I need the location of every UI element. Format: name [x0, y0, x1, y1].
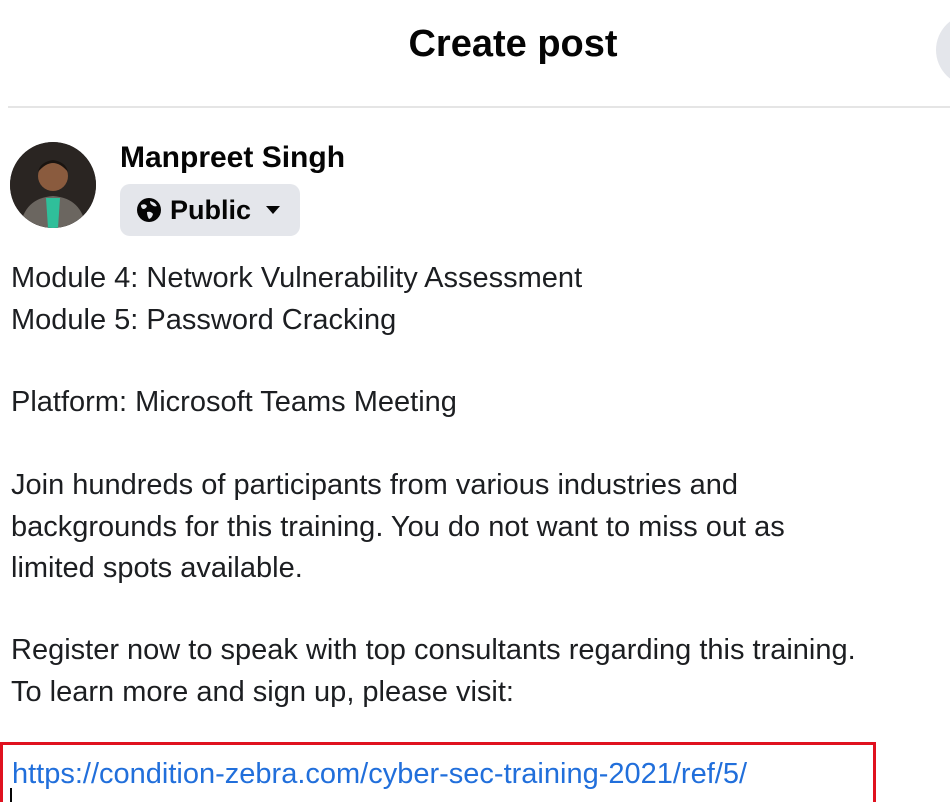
header-divider — [8, 106, 950, 108]
dialog-title: Create post — [408, 23, 618, 65]
author-name: Manpreet Singh — [120, 141, 346, 174]
text-cursor — [10, 788, 12, 802]
avatar — [10, 142, 96, 228]
dialog-header: Create post — [0, 0, 950, 108]
post-text-line: limited spots available. — [11, 552, 303, 584]
globe-icon — [137, 198, 161, 222]
audience-label: Public — [170, 195, 252, 225]
post-text-line: Module 4: Network Vulnerability Assessme… — [11, 262, 583, 294]
post-text-line: Register now to speak with top consultan… — [11, 634, 856, 666]
post-text-line: backgrounds for this training. You do no… — [11, 511, 785, 543]
audience-selector-button[interactable]: Public — [120, 184, 300, 236]
post-text-line: Module 5: Password Cracking — [11, 304, 397, 336]
avatar-photo — [10, 142, 96, 228]
post-text-line: Platform: Microsoft Teams Meeting — [11, 386, 457, 418]
post-link[interactable]: https://condition-zebra.com/cyber-sec-tr… — [12, 754, 747, 794]
post-text-line: To learn more and sign up, please visit: — [11, 676, 514, 708]
caret-down-icon — [266, 206, 281, 214]
post-text-line: Join hundreds of participants from vario… — [11, 469, 738, 501]
create-post-dialog: Create post Manpreet Singh Public Module… — [0, 0, 950, 802]
